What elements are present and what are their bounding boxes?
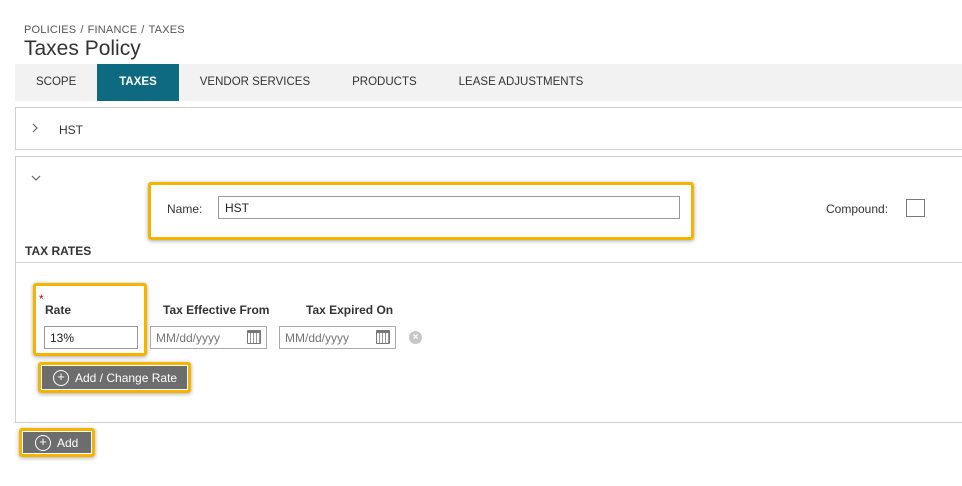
plus-circle-icon: + [53, 369, 69, 386]
add-button[interactable]: + Add [23, 432, 91, 453]
calendar-icon[interactable] [376, 330, 390, 344]
page-title: Taxes Policy [24, 37, 141, 60]
rate-column-header: Rate [45, 303, 72, 317]
section-divider [15, 262, 962, 263]
tab-vendor-services[interactable]: VENDOR SERVICES [179, 64, 331, 101]
clear-row-icon[interactable]: × [409, 331, 422, 344]
compound-label: Compound: [826, 202, 889, 216]
add-label: Add [57, 435, 79, 450]
name-label: Name: [167, 202, 203, 216]
chevron-right-icon[interactable] [31, 122, 39, 136]
collapsed-section-label: HST [59, 123, 83, 137]
chevron-down-icon[interactable] [31, 171, 41, 185]
effective-from-column-header: Tax Effective From [163, 303, 270, 317]
compound-checkbox[interactable] [906, 199, 925, 217]
breadcrumb-policies[interactable]: POLICIES [24, 24, 76, 36]
required-marker: * [39, 292, 44, 306]
calendar-icon[interactable] [247, 330, 261, 344]
expired-on-column-header: Tax Expired On [306, 303, 394, 317]
tab-lease-adjustments[interactable]: LEASE ADJUSTMENTS [438, 64, 605, 101]
tab-scope[interactable]: SCOPE [15, 64, 97, 101]
add-change-rate-label: Add / Change Rate [75, 370, 178, 385]
tab-taxes[interactable]: TAXES [97, 64, 179, 101]
plus-circle-icon: + [35, 434, 51, 451]
collapsed-tax-section[interactable]: HST [15, 107, 962, 150]
tax-rates-heading: TAX RATES [25, 244, 92, 258]
rate-input[interactable] [44, 326, 138, 349]
breadcrumb-taxes: TAXES [148, 24, 185, 36]
breadcrumb-separator: / [80, 24, 84, 36]
add-change-rate-button[interactable]: + Add / Change Rate [42, 366, 187, 389]
tab-bar: SCOPE TAXES VENDOR SERVICES PRODUCTS LEA… [15, 64, 962, 101]
tab-products[interactable]: PRODUCTS [331, 64, 438, 101]
breadcrumb-finance[interactable]: FINANCE [88, 24, 138, 36]
breadcrumb: POLICIES / FINANCE / TAXES [24, 24, 185, 36]
name-input[interactable] [218, 196, 680, 219]
breadcrumb-separator: / [141, 24, 145, 36]
